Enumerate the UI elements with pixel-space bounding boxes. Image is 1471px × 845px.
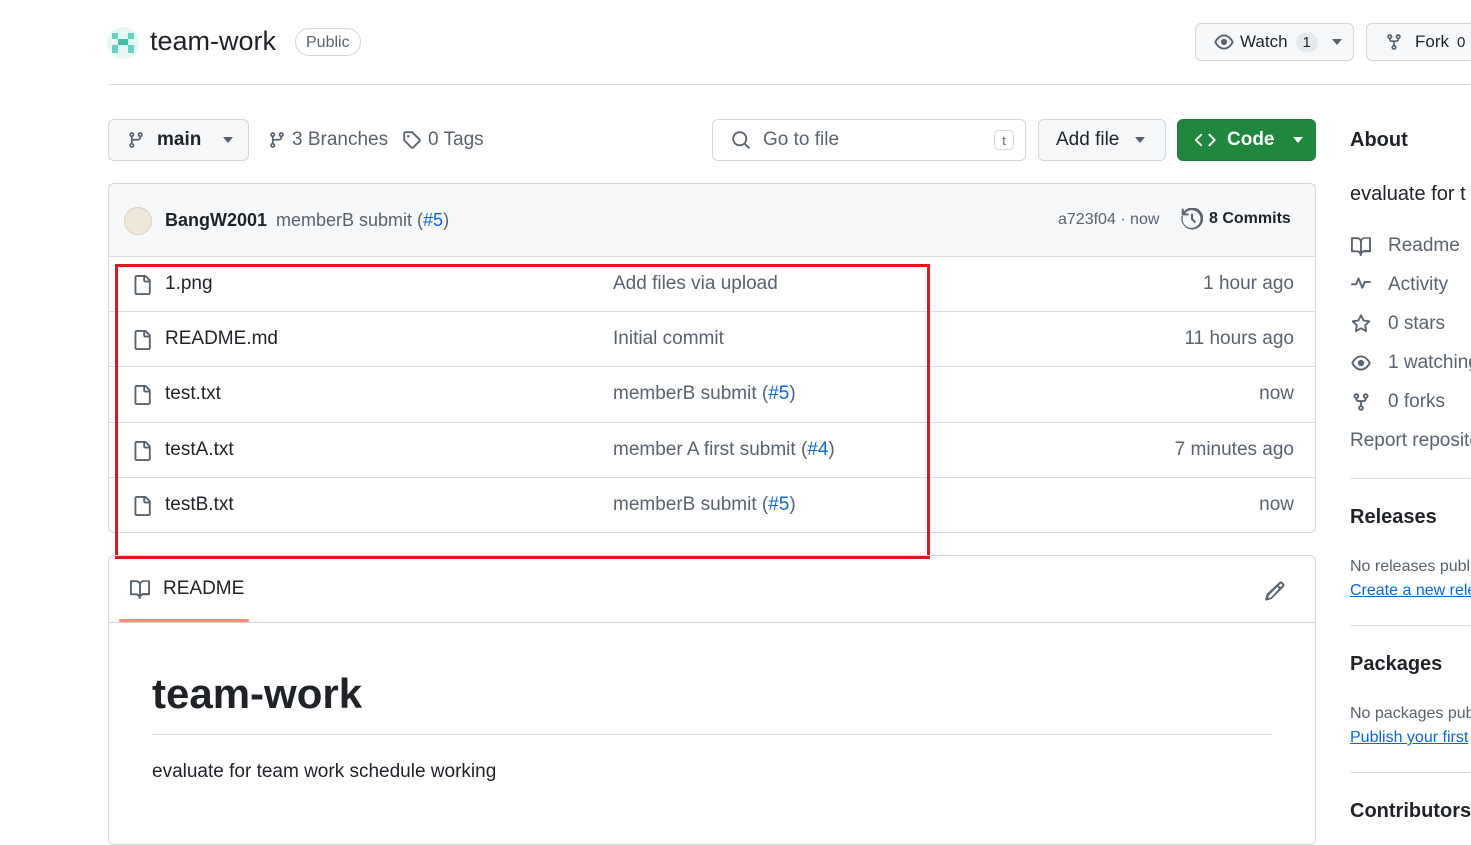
readme-body: evaluate for team work schedule working <box>152 761 497 782</box>
sidebar-item-activity[interactable]: Activity <box>1350 274 1448 296</box>
sidebar-item-readme[interactable]: Readme <box>1350 235 1460 257</box>
book-icon <box>1351 237 1371 256</box>
add-file-label: Add file <box>1056 129 1120 150</box>
sidebar-item-watching[interactable]: 1 watching <box>1350 352 1471 374</box>
repo-name[interactable]: team-work <box>150 26 276 57</box>
chevron-down-icon <box>1135 137 1146 143</box>
no-packages-text: No packages pub <box>1350 705 1471 722</box>
commit-message-close: ) <box>443 210 450 230</box>
code-button[interactable]: Code <box>1177 119 1316 161</box>
tag-icon <box>403 131 421 149</box>
file-commit-time: 11 hours ago <box>1184 328 1294 349</box>
code-label: Code <box>1227 129 1275 150</box>
commits-label: 8 Commits <box>1209 210 1291 227</box>
search-shortcut-key: t <box>994 130 1014 150</box>
chevron-down-icon <box>223 137 234 143</box>
branch-name: main <box>157 129 202 150</box>
commit-hash[interactable]: a723f04 · now <box>1058 211 1159 229</box>
sidebar-item-label: 0 forks <box>1388 391 1446 412</box>
commits-link[interactable]: 8 Commits <box>1181 208 1291 230</box>
sidebar-divider <box>1350 625 1471 626</box>
sidebar-item-label: Readme <box>1388 235 1460 256</box>
file-commit-time: 7 minutes ago <box>1174 439 1294 460</box>
sidebar-item-label: 0 stars <box>1388 313 1446 334</box>
fork-label: Fork <box>1415 32 1449 51</box>
fork-button[interactable]: Fork 0 <box>1366 23 1471 61</box>
highlight-box <box>115 264 930 559</box>
releases-heading[interactable]: Releases <box>1350 506 1437 529</box>
watch-count: 1 <box>1295 32 1318 52</box>
search-placeholder: Go to file <box>763 129 840 150</box>
contributors-heading[interactable]: Contributors <box>1350 800 1471 823</box>
add-file-button[interactable]: Add file <box>1038 119 1166 161</box>
eye-icon <box>1351 355 1371 371</box>
branch-icon <box>129 132 143 148</box>
packages-heading[interactable]: Packages <box>1350 653 1442 676</box>
branches-link[interactable]: 3 Branches <box>268 129 388 151</box>
branch-selector[interactable]: main <box>108 119 249 161</box>
visibility-badge: Public <box>295 28 361 56</box>
readme-panel: README team-work evaluate for team work … <box>108 555 1316 845</box>
watch-button[interactable]: Watch 1 <box>1195 23 1354 61</box>
about-description: evaluate for t <box>1350 183 1466 205</box>
fork-icon <box>1387 34 1401 50</box>
commit-author[interactable]: BangW2001 <box>165 210 267 231</box>
readme-title: team-work <box>152 670 363 717</box>
chevron-down-icon <box>1292 137 1303 143</box>
pencil-icon[interactable] <box>1264 580 1286 602</box>
about-heading: About <box>1350 129 1408 151</box>
sidebar-item-forks[interactable]: 0 forks <box>1350 391 1445 413</box>
branches-label: 3 Branches <box>292 129 389 150</box>
create-release-link[interactable]: Create a new rele <box>1350 582 1471 600</box>
commit-pr-link[interactable]: #5 <box>423 210 443 230</box>
no-releases-text: No releases publi <box>1350 558 1471 575</box>
sidebar-divider <box>1350 478 1471 479</box>
commit-message-text: memberB submit ( <box>276 210 424 230</box>
watch-label: Watch <box>1240 32 1288 51</box>
history-icon <box>1181 208 1203 230</box>
file-commit-time: now <box>1259 383 1294 404</box>
report-repository-link[interactable]: Report reposito <box>1350 430 1471 452</box>
sidebar-item-stars[interactable]: 0 stars <box>1350 313 1445 335</box>
file-commit-time: 1 hour ago <box>1203 273 1294 294</box>
chevron-down-icon <box>1331 39 1342 45</box>
sidebar-item-label: Activity <box>1388 274 1449 295</box>
fork-icon <box>1353 393 1369 411</box>
branch-icon <box>270 132 284 148</box>
latest-commit-bar: BangW2001 memberB submit (#5) a723f04 · … <box>109 184 1315 256</box>
readme-tab[interactable]: README <box>129 578 244 600</box>
tags-link[interactable]: 0 Tags <box>402 129 484 151</box>
publish-package-link[interactable]: Publish your first <box>1350 729 1468 747</box>
book-icon <box>130 580 150 599</box>
readme-header <box>109 556 1315 623</box>
code-icon <box>1195 133 1216 147</box>
eye-icon <box>1214 34 1234 50</box>
search-icon <box>732 131 750 149</box>
header-divider <box>108 84 1471 85</box>
readme-tab-underline <box>119 619 249 622</box>
tags-label: 0 Tags <box>428 129 484 150</box>
commit-message[interactable]: memberB submit (#5) <box>276 210 449 231</box>
repo-avatar <box>107 27 139 59</box>
avatar[interactable] <box>124 207 152 235</box>
sidebar-item-label: 1 watching <box>1388 352 1471 373</box>
sidebar-divider <box>1350 772 1471 773</box>
pulse-icon <box>1351 277 1371 289</box>
readme-tab-label: README <box>163 578 245 599</box>
readme-title-divider <box>152 734 1272 735</box>
search-input[interactable]: Go to file t <box>712 119 1026 161</box>
star-icon <box>1351 314 1371 332</box>
file-commit-time: now <box>1259 494 1294 515</box>
fork-count: 0 <box>1457 33 1466 51</box>
